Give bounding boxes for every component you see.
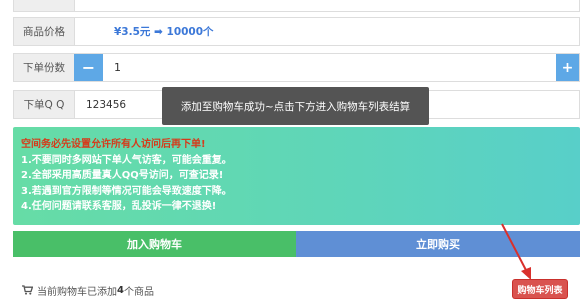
cart-list-button[interactable]: 购物车列表: [513, 280, 567, 298]
notice-line: 4.任何问题请联系客服，乱投诉一律不退换!: [21, 201, 217, 212]
quantity-label: 下单份数: [14, 54, 75, 81]
add-to-cart-button[interactable]: 加入购物车: [13, 231, 296, 257]
qq-label: 下单Q Q: [14, 91, 75, 118]
quantity-minus-button[interactable]: −: [74, 54, 103, 81]
quantity-row: 下单份数 − 1 +: [13, 53, 580, 82]
cart-icon: [22, 285, 33, 295]
price-label: 商品价格: [14, 18, 75, 45]
success-toast: 添加至购物车成功~点击下方进入购物车列表结算: [162, 87, 429, 125]
notice-panel: 空间务必先设置允许所有人访问后再下单! 1.不要同时多网站下单人气访客，可能会重…: [13, 127, 580, 225]
notice-line: 2.全部采用高质量真人QQ号访问，可查记录!: [21, 170, 224, 181]
notice-line: 1.不要同时多网站下单人气访客，可能会重复。: [21, 154, 232, 166]
quantity-plus-button[interactable]: +: [556, 54, 579, 81]
cart-status-suffix: 个商品: [123, 286, 154, 298]
cart-status: 当前购物车已添加 4 个商品: [22, 283, 154, 298]
quantity-input[interactable]: 1: [114, 54, 121, 81]
price-value: ¥3.5元 ➡ 10000个: [114, 26, 214, 38]
previous-row-addon: [14, 0, 75, 11]
pointer-arrow-icon: [501, 223, 531, 280]
previous-row-fragment: [13, 0, 580, 12]
cart-count: 4: [117, 284, 124, 296]
qq-input[interactable]: 123456: [86, 91, 126, 118]
price-row: 商品价格 ¥3.5元 ➡ 10000个: [13, 17, 580, 46]
cart-status-prefix: 当前购物车已添加: [37, 286, 117, 298]
notice-warning: 空间务必先设置允许所有人访问后再下单!: [21, 139, 206, 150]
notice-line: 3.若遇到官方限制等情况可能会导致速度下降。: [21, 185, 232, 197]
